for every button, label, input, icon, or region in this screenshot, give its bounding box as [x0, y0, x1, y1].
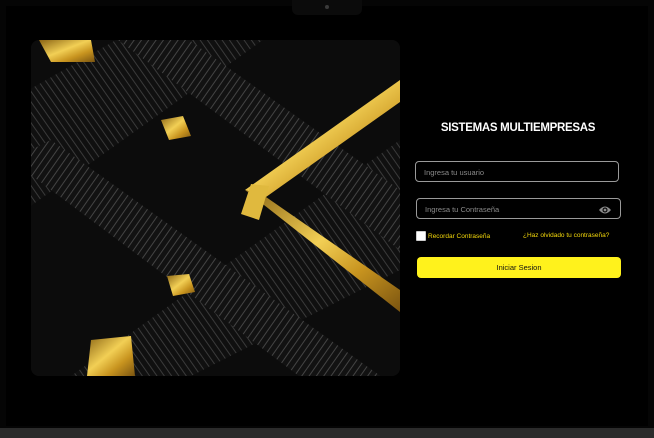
page-title: SISTEMAS MULTIEMPRESAS: [440, 122, 596, 134]
username-input[interactable]: [416, 163, 594, 182]
forgot-password-link[interactable]: ¿Haz olvidado tu contraseña?: [523, 232, 609, 239]
camera-icon: [325, 5, 329, 9]
username-field[interactable]: [415, 161, 619, 182]
password-field[interactable]: [416, 198, 621, 219]
password-input[interactable]: [417, 200, 595, 219]
remember-checkbox[interactable]: [416, 231, 426, 241]
remember-label: Recordar Contraseña: [428, 232, 491, 240]
device-bottom-edge: [0, 428, 654, 438]
device-frame: SISTEMAS MULTIEMPRESAS Recordar Contrase…: [0, 0, 654, 438]
hero-image: [31, 40, 400, 376]
eye-icon[interactable]: [598, 203, 612, 215]
remember-password[interactable]: Recordar Contraseña: [416, 231, 490, 241]
login-button[interactable]: Iniciar Sesion: [417, 257, 621, 278]
